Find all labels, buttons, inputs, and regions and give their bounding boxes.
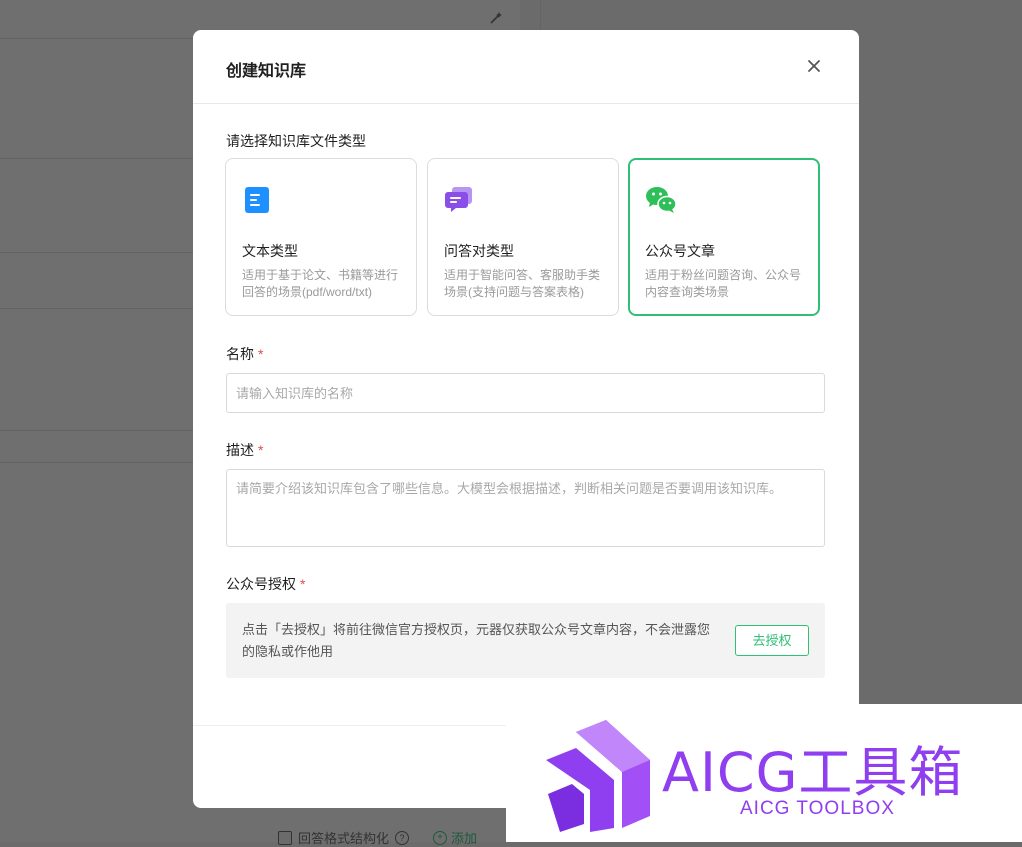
description-label: 描述 * [226,440,263,460]
structured-answer-label: 回答格式结构化 [298,831,390,846]
watermark-subtitle: AICG TOOLBOX [740,798,895,819]
background-bottom-bar: 回答格式结构化 ? + 添加 [278,828,477,847]
required-mark: * [258,346,264,362]
magic-wand-icon [488,10,504,26]
file-type-section-label: 请选择知识库文件类型 [226,133,366,149]
wechat-icon [645,185,677,215]
name-label-text: 名称 [226,346,254,362]
add-link-label: 添加 [451,831,478,846]
name-input[interactable] [226,373,825,413]
structured-answer-checkbox [278,830,292,845]
auth-label-text: 公众号授权 [226,576,296,592]
type-card-text[interactable]: 文本类型 适用于基于论文、书籍等进行回答的场景(pdf/word/txt) [225,158,417,316]
auth-notice-box: 点击「去授权」将前往微信官方授权页，元器仅获取公众号文章内容，不会泄露您的隐私或… [226,603,825,678]
type-card-title: 文本类型 [242,243,298,259]
description-textarea[interactable] [226,469,825,547]
modal-title: 创建知识库 [226,63,307,80]
authorize-button[interactable]: 去授权 [735,625,809,656]
type-card-title: 问答对类型 [444,243,514,259]
help-icon: ? [395,830,410,845]
type-card-qa[interactable]: 问答对类型 适用于智能问答、客服助手类场景(支持问题与答案表格) [427,158,619,316]
auth-notice-text: 点击「去授权」将前往微信官方授权页，元器仅获取公众号文章内容，不会泄露您的隐私或… [242,622,711,659]
create-knowledge-base-modal: 创建知识库 请选择知识库文件类型 文本类型 适用于基于论文、书籍等进行回答的场景… [193,30,859,808]
type-card-description: 适用于智能问答、客服助手类场景(支持问题与答案表格) [444,268,601,299]
aicg-logo-icon [546,720,656,832]
chat-bubbles-icon [444,185,474,215]
plus-circle-icon: + [433,830,448,845]
add-link: + 添加 [433,828,477,847]
required-mark: * [300,576,306,592]
type-card-description: 适用于粉丝问题咨询、公众号内容查询类场景 [645,268,802,299]
type-card-wechat-article[interactable]: 公众号文章 适用于粉丝问题咨询、公众号内容查询类场景 [628,158,820,316]
name-label: 名称 * [226,344,263,364]
type-card-description: 适用于基于论文、书籍等进行回答的场景(pdf/word/txt) [242,268,399,299]
close-icon[interactable] [803,55,825,77]
auth-label: 公众号授权 * [226,574,305,594]
document-icon [242,185,272,215]
required-mark: * [258,442,264,458]
modal-header: 创建知识库 [193,30,859,104]
description-label-text: 描述 [226,442,254,458]
watermark-title: AICG工具箱 [662,741,964,804]
type-card-title: 公众号文章 [645,243,715,259]
watermark: AICG工具箱 AICG TOOLBOX [506,704,1022,842]
